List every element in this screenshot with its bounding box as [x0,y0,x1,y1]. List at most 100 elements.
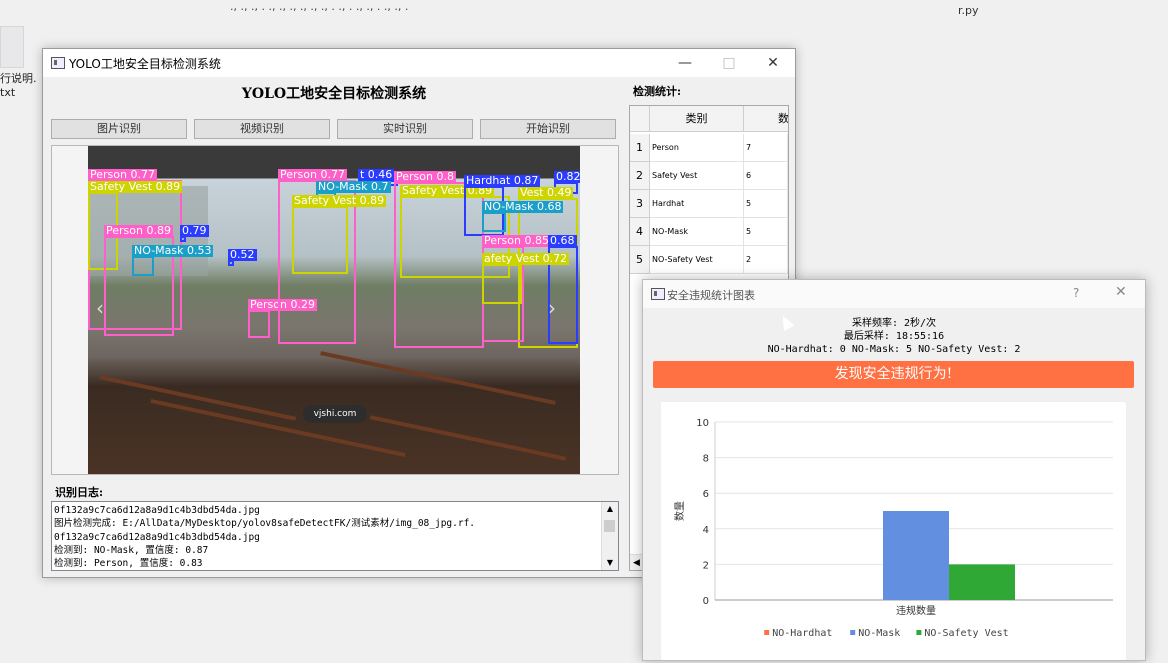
detection-box: 0.79 [180,225,209,242]
row-number: 2 [630,162,650,190]
y-tick-label: 2 [703,560,709,571]
log-label: 识别日志: [55,486,104,499]
table-cell[interactable]: Hardhat [650,190,744,218]
table-cell[interactable]: 5 [744,218,788,246]
legend-label: NO-Safety Vest [924,628,1008,639]
video-detect-button[interactable]: 视频识别 [194,119,330,139]
desktop-background-text: ., ., ., . ., ., ., ., ., ., . ., . ., .… [230,0,409,13]
detection-label: 0.82 [554,171,580,183]
violation-summary-text: NO-Hardhat: 0 NO-Mask: 5 NO-Safety Vest:… [767,344,1021,355]
detection-box: 0.52 [228,249,257,266]
text-file-icon [0,26,24,68]
table-cell[interactable]: NO-Safety Vest [650,246,744,274]
column-header-category[interactable]: 类别 [650,106,744,132]
app-icon [651,288,665,300]
rebar [320,351,556,405]
scroll-left-icon[interactable]: ◀ [633,558,640,568]
start-detect-button[interactable]: 开始识别 [480,119,616,139]
detection-label: 0.68 [548,234,577,247]
detection-label: Person 0.8 [394,170,456,183]
legend-swatch [764,630,770,635]
log-line: 检测到: Person, 置信度: 0.83 [54,558,203,570]
detection-label: NO-Mask 0.7 [316,180,391,193]
app-icon [51,57,65,69]
detection-box: NO-Mask 0.53 [132,245,214,276]
column-header-count[interactable]: 数 [744,106,788,132]
sampling-rate-text: 采样频率: 2秒/次 [851,318,937,329]
y-tick-label: 8 [703,454,709,465]
y-tick-label: 6 [703,489,709,500]
table-cell[interactable]: NO-Mask [650,218,744,246]
bar-no-safety-vest [949,564,1015,600]
dialog-title: 安全违规统计图表 [667,289,755,302]
bar-no-mask [883,511,949,600]
detection-label: Vest 0.49 [518,186,574,199]
next-arrow-icon[interactable]: › [548,296,556,320]
desktop-file-label-line2: txt [0,86,16,99]
detection-label: Person 0.89 [104,224,173,237]
image-detect-button[interactable]: 图片识别 [51,119,187,139]
dialog-close-button[interactable]: ✕ [1115,284,1127,300]
y-tick-label: 0 [703,596,709,607]
table-cell[interactable]: Person [650,134,744,162]
desktop-file-label: r.py [958,4,979,17]
violation-chart-dialog: 安全违规统计图表 ? ✕ 采样频率: 2秒/次 最后采样: 18:55:16 N… [642,279,1146,661]
desktop-file-label: 行说明. txt [0,72,44,100]
x-category-label: 违规数量 [896,604,936,617]
scroll-thumb[interactable] [604,520,615,532]
log-scrollbar[interactable]: ▲ ▼ [601,502,618,570]
minimize-button[interactable]: — [663,51,707,75]
row-number: 1 [630,134,650,162]
detection-label: NO-Mask 0.53 [132,244,214,257]
y-tick-label: 4 [703,525,709,536]
previous-arrow-icon[interactable]: ‹ [96,296,104,320]
detection-image: Person 0.77 Safety Vest 0.89 Person 0.89… [88,146,580,474]
detection-box: Person 0.29 [248,299,317,338]
table-corner [630,106,650,132]
row-number: 4 [630,218,650,246]
table-cell[interactable]: 7 [744,134,788,162]
table-cell[interactable]: 2 [744,246,788,274]
detection-label: Person 0.85 [482,234,551,247]
detection-box: Safety Vest 0.89 [292,195,387,274]
scroll-down-icon[interactable]: ▼ [602,556,618,570]
table-cell[interactable]: 5 [744,190,788,218]
detection-label: NO-Mask 0.68 [482,200,564,213]
scroll-up-icon[interactable]: ▲ [602,502,618,516]
detection-label: 0.52 [228,248,257,261]
desktop-file-label-line1: 行说明. [0,72,37,85]
rebar [99,375,297,421]
window-title: YOLO工地安全目标检测系统 [69,57,221,71]
table-cell[interactable]: Safety Vest [650,162,744,190]
log-line: 0f132a9c7ca6d12a8a9d1c4b3dbd54da.jpg [54,531,260,543]
log-lines: 0f132a9c7ca6d12a8a9d1c4b3dbd54da.jpg 图片检… [54,504,602,570]
legend-swatch [916,630,922,635]
dialog-title-bar[interactable]: 安全违规统计图表 ? ✕ [643,280,1145,308]
log-textbox[interactable]: 0f132a9c7ca6d12a8a9d1c4b3dbd54da.jpg 图片检… [51,501,619,571]
maximize-button[interactable]: □ [707,51,751,75]
violation-alert-banner: 发现安全违规行为! [653,361,1134,388]
legend-swatch [850,630,856,635]
row-number: 5 [630,246,650,274]
detection-box: afety Vest 0.72 [482,253,570,304]
help-button[interactable]: ? [1073,286,1079,300]
title-bar[interactable]: YOLO工地安全目标检测系统 — □ ✕ [43,49,795,77]
detection-label: afety Vest 0.72 [482,252,570,265]
detection-box: NO-Mask 0.68 [482,201,564,232]
legend-label: NO-Hardhat [772,628,832,639]
log-line: 图片检测完成: E:/AllData/MyDesktop/yolov8safeD… [54,518,476,530]
log-line: 0f132a9c7ca6d12a8a9d1c4b3dbd54da.jpg [54,505,260,516]
last-sample-text: 最后采样: 18:55:16 [843,331,945,342]
stats-label: 检测统计: [633,85,682,98]
table-cell[interactable]: 6 [744,162,788,190]
violation-bar-chart: 0 2 4 6 8 10 数量违规数量 NO-Hardhat NO-Mask NO-Safety … [673,418,1113,639]
image-display: Person 0.77 Safety Vest 0.89 Person 0.89… [51,145,619,475]
close-button[interactable]: ✕ [751,51,795,75]
row-number: 3 [630,190,650,218]
realtime-detect-button[interactable]: 实时识别 [337,119,473,139]
chart-panel: 0 2 4 6 8 10 数量 违规数量 NO-Hardhat NO-Mask NO-Safety … [661,402,1126,660]
app-heading: YOLO工地安全目标检测系统 [241,86,427,102]
detection-label: Safety Vest 0.89 [88,180,183,193]
y-tick-label: 10 [696,418,709,429]
y-axis-label: 数量 [673,501,686,521]
